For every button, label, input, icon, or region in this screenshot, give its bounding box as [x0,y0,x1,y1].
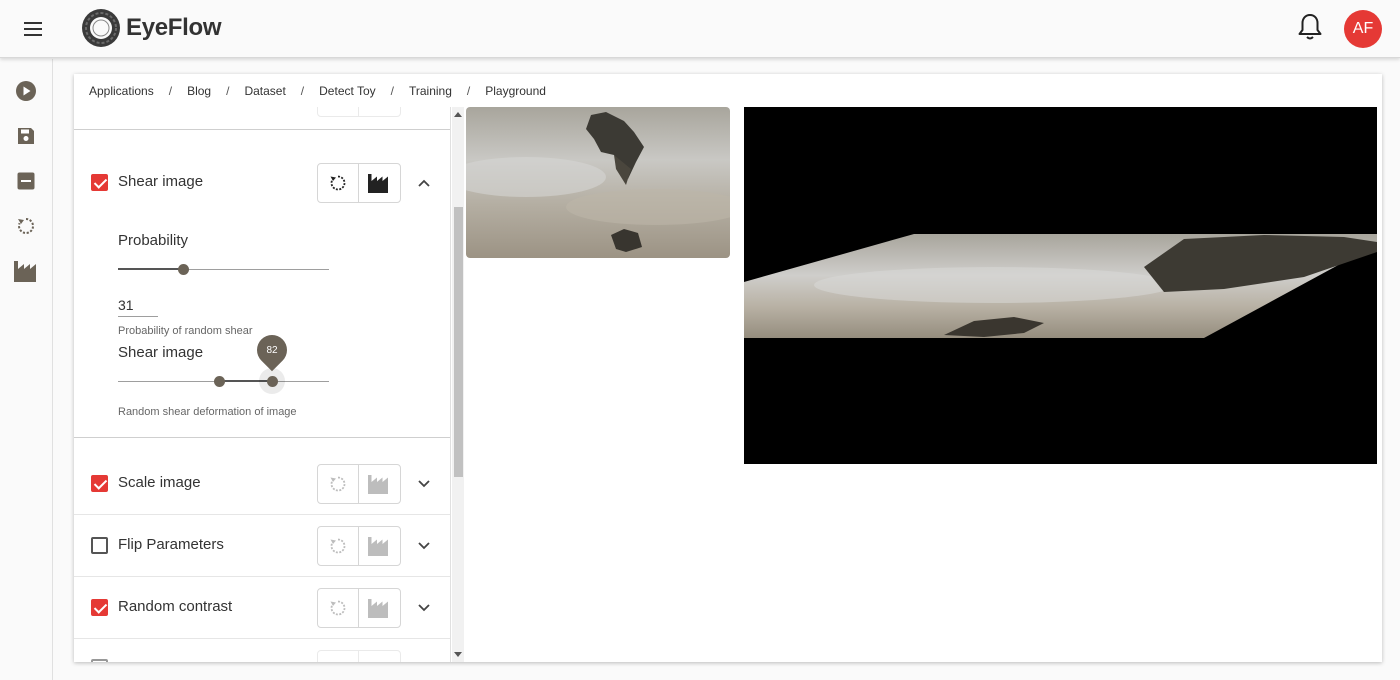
next-row-button-group [317,650,401,662]
augmented-preview-image [744,107,1377,464]
divider [74,129,450,130]
scroll-thumb[interactable] [454,207,463,477]
reset-button[interactable] [318,107,359,116]
flip-label: Flip Parameters [118,536,224,553]
divider [74,437,450,438]
shear-label: Shear image [118,173,204,190]
flip-reset-button[interactable] [318,527,359,565]
contrast-checkbox[interactable] [91,599,108,616]
shear-range-thumb-high[interactable] [266,376,278,387]
factory-icon [367,174,388,193]
side-rail [0,59,53,680]
remove-icon[interactable] [14,169,38,193]
factory-icon[interactable] [13,259,41,283]
play-icon[interactable] [14,79,38,103]
probability-slider-fill [118,268,184,270]
shear-default-button[interactable] [359,164,400,202]
probability-slider-thumb[interactable] [177,264,189,275]
breadcrumb-separator: / [466,84,471,98]
contrast-button-group [317,588,401,628]
chevron-down-icon[interactable] [414,474,434,494]
breadcrumb-item-blog[interactable]: Blog [187,84,211,98]
reset-icon [330,476,346,492]
probability-input[interactable]: 31 [118,295,158,317]
app-name: EyeFlow [126,14,222,41]
eyeflow-logo-icon [82,9,120,47]
breadcrumb-item-detect-toy[interactable]: Detect Toy [319,84,375,98]
chevron-down-icon[interactable] [414,598,434,618]
menu-icon[interactable] [20,17,46,41]
augmentation-row-contrast: Random contrast [74,576,450,638]
shear-range-hint: Random shear deformation of image [118,406,297,418]
breadcrumb-separator: / [300,84,305,98]
breadcrumb-separator: / [168,84,173,98]
previous-row-button-group [317,107,401,117]
scale-reset-button[interactable] [318,465,359,503]
augmentation-row-scale: Scale image [74,452,450,514]
shear-checkbox[interactable] [91,174,108,191]
factory-icon [367,475,388,494]
notification-bell-icon[interactable] [1296,12,1324,42]
scale-checkbox[interactable] [91,475,108,492]
breadcrumb-item-training[interactable]: Training [409,84,452,98]
logo[interactable]: EyeFlow [80,5,222,51]
shear-range-thumb-low[interactable] [213,376,225,387]
shear-range-label: Shear image [118,344,204,361]
scroll-up-arrow-icon[interactable] [454,112,462,117]
breadcrumb-item-playground[interactable]: Playground [485,84,546,98]
playground-card: Applications / Blog / Dataset / Detect T… [74,74,1382,662]
top-bar: EyeFlow AF [0,0,1400,58]
chevron-down-icon[interactable] [414,536,434,556]
reset-icon [330,175,346,191]
factory-icon [367,537,388,556]
augmentation-row-shear: Shear image [74,151,450,213]
chevron-up-icon[interactable] [414,173,434,193]
original-image[interactable] [466,107,730,258]
reset-icon [330,600,346,616]
augmentation-panel: Shear image Probability 31 Probability o… [74,107,451,662]
probability-hint: Probability of random shear [118,325,253,337]
divider [74,638,450,639]
save-icon[interactable] [14,124,38,148]
panel-scrollbar[interactable] [452,107,464,662]
shear-value-text: 82 [266,344,278,356]
probability-slider[interactable] [118,264,329,275]
breadcrumb-separator: / [390,84,394,98]
reset-icon[interactable] [14,214,38,238]
next-row-checkbox[interactable] [91,659,108,662]
scroll-down-arrow-icon[interactable] [454,652,462,657]
factory-icon [367,599,388,618]
flip-button-group [317,526,401,566]
scale-label: Scale image [118,474,201,491]
flip-default-button[interactable] [359,527,400,565]
flip-checkbox[interactable] [91,537,108,554]
breadcrumb-item-applications[interactable]: Applications [89,84,154,98]
shear-button-group [317,163,401,203]
scale-button-group [317,464,401,504]
default-button[interactable] [359,651,400,662]
scale-default-button[interactable] [359,465,400,503]
contrast-default-button[interactable] [359,589,400,627]
reset-icon [330,538,346,554]
shear-range-slider[interactable]: 82 [118,328,329,394]
probability-label: Probability [118,232,189,249]
shear-value-bubble: 82 [250,328,294,372]
breadcrumb-separator: / [226,84,230,98]
default-button[interactable] [359,107,400,116]
reset-button[interactable] [318,651,359,662]
user-avatar[interactable]: AF [1344,10,1382,48]
shear-reset-button[interactable] [318,164,359,202]
breadcrumb-item-dataset[interactable]: Dataset [244,84,285,98]
contrast-reset-button[interactable] [318,589,359,627]
breadcrumb: Applications / Blog / Dataset / Detect T… [89,84,546,98]
contrast-label: Random contrast [118,598,233,615]
augmentation-row-flip: Flip Parameters [74,514,450,576]
